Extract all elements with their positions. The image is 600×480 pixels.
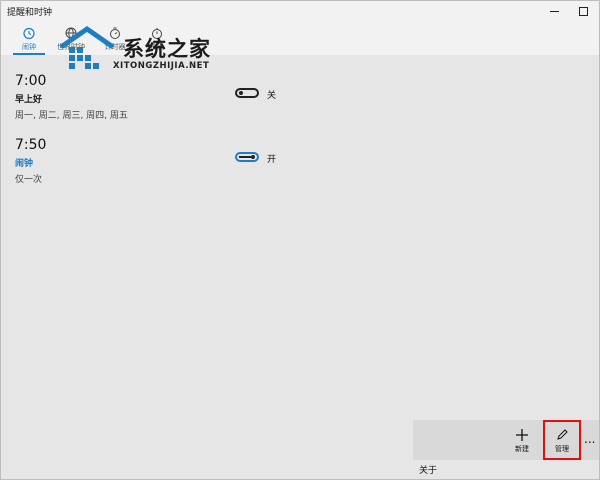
- alarm-time: 7:50: [15, 137, 47, 153]
- about-link[interactable]: 关于: [419, 463, 437, 476]
- alarm-clock-icon: [23, 27, 35, 40]
- pencil-icon: [557, 429, 568, 440]
- maximize-icon: [578, 6, 588, 16]
- alarm-toggle-label: 关: [267, 91, 277, 101]
- watermark-subtitle: XITONGZHIJIA.NET: [113, 61, 210, 71]
- alarm-repeat: 周一, 周二, 周三, 周四, 周五: [15, 111, 128, 121]
- tab-world-clock-label: 世界时钟: [57, 43, 85, 51]
- toggle-knob: [251, 155, 255, 159]
- window-title: 提醒和时钟: [7, 8, 53, 18]
- new-alarm-label: 新建: [515, 445, 529, 453]
- alarm-time: 7:00: [15, 73, 47, 89]
- tab-world-clock[interactable]: 世界时钟: [49, 21, 93, 55]
- app-window: 提醒和时钟 闹钟 世界时钟 计时器 秒表 系统之家 XITONGZHIJIA.N…: [0, 0, 600, 480]
- tab-stopwatch[interactable]: 秒表: [135, 21, 179, 55]
- tab-timer-label: 计时器: [104, 43, 126, 51]
- manage-label: 管理: [555, 445, 569, 453]
- minimize-icon: [549, 10, 559, 12]
- title-bar: 提醒和时钟: [1, 1, 599, 21]
- tab-alarm[interactable]: 闹钟: [7, 21, 51, 55]
- globe-icon: [65, 27, 77, 39]
- alarm-repeat: 仅一次: [15, 175, 43, 185]
- minimize-button[interactable]: [539, 1, 569, 21]
- toggle-knob: [239, 91, 243, 95]
- stopwatch-icon: [152, 28, 162, 39]
- more-options-button[interactable]: ...: [584, 432, 595, 446]
- plus-icon: [516, 429, 528, 441]
- toggle-track-fill: [239, 156, 251, 158]
- timer-icon: [110, 27, 120, 39]
- manage-button[interactable]: 管理: [543, 420, 581, 460]
- tab-bar: 闹钟 世界时钟 计时器 秒表: [1, 21, 599, 55]
- tab-timer[interactable]: 计时器: [93, 21, 137, 55]
- alarm-toggle[interactable]: [235, 152, 259, 162]
- alarm-toggle-label: 开: [267, 155, 277, 165]
- new-alarm-button[interactable]: 新建: [503, 420, 541, 460]
- maximize-button[interactable]: [569, 1, 597, 21]
- command-bar: 新建 管理 ...: [413, 420, 599, 460]
- alarm-toggle[interactable]: [235, 88, 259, 98]
- tab-stopwatch-label: 秒表: [150, 43, 164, 51]
- footer-bar: 关于: [1, 460, 599, 479]
- tab-alarm-label: 闹钟: [22, 43, 36, 51]
